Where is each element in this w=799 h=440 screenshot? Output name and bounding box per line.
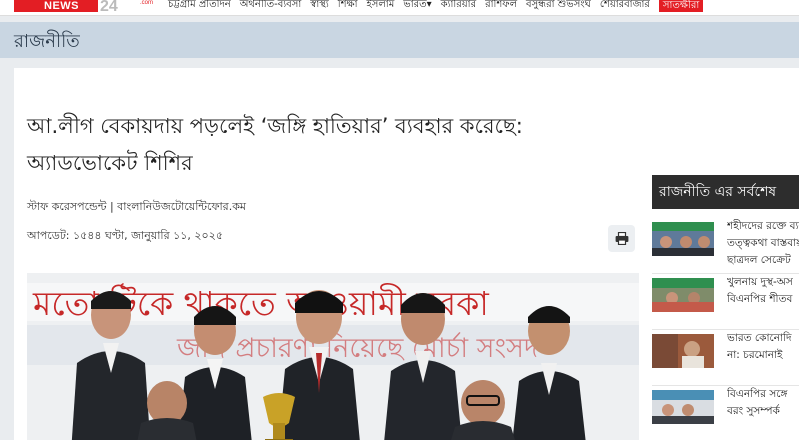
article-headline: আ.লীগ বেকায়দায় পড়লেই ‘জঙ্গি হাতিয়ার’… — [27, 108, 607, 182]
sidebar-title-line: না: চরমোনাই — [727, 349, 783, 361]
nav-item-horoscope[interactable]: রাশিফল — [485, 0, 517, 12]
logo-number: 24 — [100, 0, 118, 15]
logo-com: .com — [140, 0, 154, 6]
sidebar-title-line: বরং সুসম্পর্ক — [727, 405, 780, 417]
sidebar-news-title[interactable]: খুলনায় দুস্থ-অস বিএনপির শীতব — [727, 274, 799, 308]
nav-item-shuvosongho[interactable]: বসুন্ধরা শুভসংঘ — [526, 0, 591, 12]
site-logo[interactable]: NEWS — [14, 0, 98, 12]
article-hero-image: মতো টিকে থাকতে আওয়ামী সরকা জঙ্গি প্রচার… — [27, 273, 639, 440]
section-title[interactable]: রাজনীতি — [14, 27, 80, 58]
sidebar-news-title[interactable]: শহীদদের রক্তে ব্যব তত্ত্বকথা বাস্তবায় ছ… — [727, 218, 799, 269]
nav-item-india[interactable]: ভারত▾ — [403, 0, 431, 12]
nav-item-economy[interactable]: অর্থনীতি-ব্যবসা — [240, 0, 301, 12]
article-byline: স্টাফ করেসপন্ডেন্ট | বাংলানিউজটোয়েন্টিফ… — [27, 200, 247, 213]
logo-text: NEWS — [44, 0, 79, 12]
section-header: রাজনীতি — [0, 22, 799, 58]
sidebar-title-line: বিএনপির সঙ্গে — [727, 388, 788, 400]
article-updated: আপডেট: ১৫৪৪ ঘণ্টা, জানুয়ারি ১১, ২০২৫ — [27, 229, 223, 242]
news-thumbnail[interactable] — [652, 390, 714, 424]
sidebar-news-list: শহীদদের রক্তে ব্যব তত্ত্বকথা বাস্তবায় ছ… — [652, 218, 799, 440]
news-thumbnail[interactable] — [652, 222, 714, 256]
sidebar-news-item[interactable]: ভারত কোনোদি না: চরমোনাই — [652, 330, 799, 386]
headline-line-1: আ.লীগ বেকায়দায় পড়লেই ‘জঙ্গি হাতিয়ার’… — [27, 114, 523, 138]
sidebar-title-line: তত্ত্বকথা বাস্তবায় — [727, 237, 799, 249]
news-thumbnail[interactable] — [652, 334, 714, 368]
sidebar-heading: রাজনীতি এর সর্বশেষ — [652, 175, 799, 209]
nav-item-satkhira[interactable]: সাতক্ষীরা — [658, 0, 704, 12]
sidebar-title-line: ভারত কোনোদি — [727, 332, 792, 344]
top-navbar: NEWS 24 .com চট্টগ্রাম প্রতিদিন অর্থনীতি… — [0, 0, 799, 16]
news-thumbnail[interactable] — [652, 278, 714, 312]
headline-line-2: অ্যাডভোকেট শিশির — [27, 151, 193, 175]
sidebar-title-line: বিএনপির শীতব — [727, 293, 793, 305]
nav-item-sharebazar[interactable]: শেয়ারবাজার — [600, 0, 650, 12]
nav-item-education[interactable]: শিক্ষা — [338, 0, 358, 12]
nav-item-career[interactable]: ক্যারিয়ার — [441, 0, 476, 12]
hero-photo: মতো টিকে থাকতে আওয়ামী সরকা জঙ্গি প্রচার… — [27, 273, 639, 440]
print-button[interactable] — [608, 225, 635, 252]
nav-item-islam[interactable]: ইসলাম — [367, 0, 395, 12]
nav-item-health[interactable]: স্বাস্থ্য — [310, 0, 329, 12]
nav-item-chattogram[interactable]: চট্টগ্রাম প্রতিদিন — [168, 0, 231, 12]
sidebar-news-title[interactable]: ভারত কোনোদি না: চরমোনাই — [727, 330, 799, 364]
main-nav: চট্টগ্রাম প্রতিদিন অর্থনীতি-ব্যবসা স্বাস… — [168, 0, 704, 12]
sidebar-news-item[interactable]: শহীদদের রক্তে ব্যব তত্ত্বকথা বাস্তবায় ছ… — [652, 218, 799, 274]
sidebar-title-line: খুলনায় দুস্থ-অস — [727, 276, 793, 288]
sidebar-title-line: শহীদদের রক্তে ব্যব — [727, 220, 799, 232]
sidebar-news-item[interactable]: বিএনপির সঙ্গে বরং সুসম্পর্ক — [652, 386, 799, 440]
sidebar-title-line: ছাত্রদল সেক্রেট — [727, 254, 791, 266]
sidebar-news-title[interactable]: বিএনপির সঙ্গে বরং সুসম্পর্ক — [727, 386, 799, 420]
sidebar-news-item[interactable]: খুলনায় দুস্থ-অস বিএনপির শীতব — [652, 274, 799, 330]
printer-icon — [615, 232, 628, 245]
